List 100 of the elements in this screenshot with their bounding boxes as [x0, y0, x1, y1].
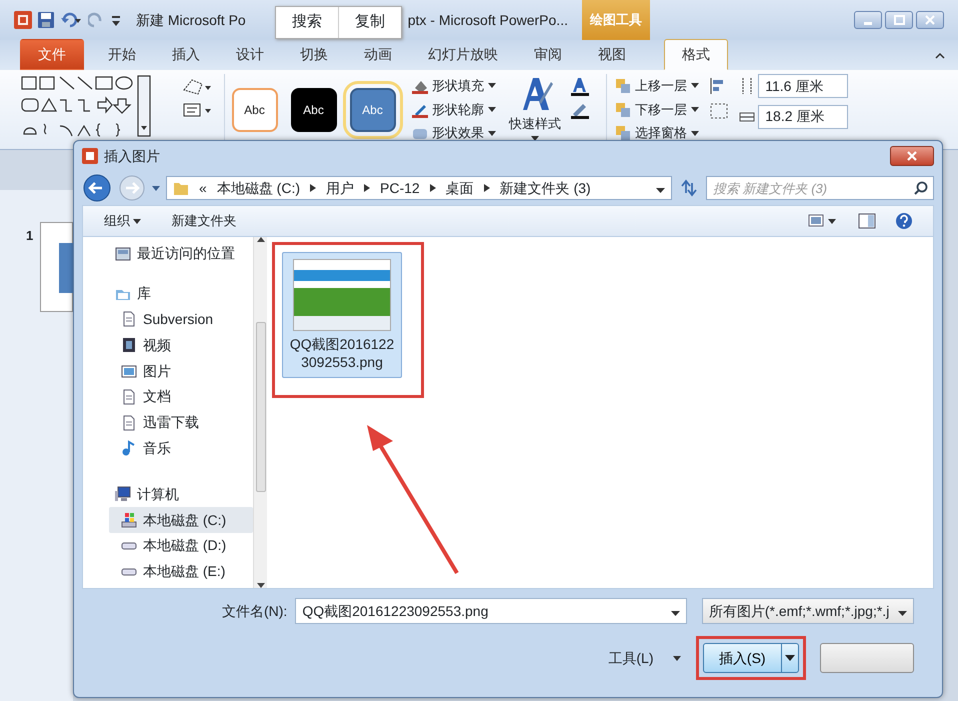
drive-icon	[121, 512, 137, 528]
ribbon-command[interactable]: 形状填充	[432, 76, 484, 96]
preview-pane-icon[interactable]	[858, 213, 876, 229]
slide-thumbnail[interactable]	[40, 222, 73, 312]
layers-icon	[615, 102, 631, 118]
breadcrumb-item[interactable]: 本地磁盘 (C:)	[216, 178, 300, 198]
nav-item[interactable]: 图片	[109, 358, 253, 384]
breadcrumb-item[interactable]: 桌面	[446, 178, 474, 198]
layers-icon	[615, 78, 631, 94]
caret-icon	[784, 655, 795, 661]
ribbon-tab[interactable]: 动画	[346, 39, 410, 70]
ribbon-command[interactable]: 形状效果	[432, 123, 484, 143]
dropdown-icon[interactable]	[671, 610, 680, 616]
nav-item[interactable]: 计算机	[109, 481, 253, 508]
help-icon[interactable]	[895, 212, 913, 230]
ribbon-tab[interactable]: 审阅	[516, 39, 580, 70]
menu-item[interactable]: 搜索	[276, 7, 338, 38]
search-icon	[914, 181, 928, 195]
filename-field[interactable]: QQ截图20161223092553.png	[295, 598, 688, 624]
file-item[interactable]: QQ截图20161223092553.png	[282, 252, 402, 378]
undo-icon[interactable]	[60, 12, 82, 28]
document-icon	[121, 414, 137, 431]
nav-item[interactable]: 最近访问的位置	[109, 241, 253, 267]
scrollbar[interactable]	[253, 237, 267, 588]
caret-icon	[691, 83, 699, 88]
nav-item[interactable]: 库	[109, 280, 253, 307]
app-logo-icon	[14, 11, 32, 29]
size-field[interactable]: 11.6 厘米	[758, 74, 848, 98]
nav-item[interactable]: 本地磁盘 (E:)	[109, 558, 253, 585]
window-title: 新建 Microsoft Po	[136, 10, 246, 30]
ribbon-command[interactable]: 快速样式	[509, 114, 561, 134]
ribbon-command[interactable]: 上移一层	[635, 76, 687, 96]
view-icon[interactable]	[808, 214, 838, 228]
caret-icon[interactable]	[152, 186, 160, 190]
slide-shape	[59, 243, 73, 293]
computer-icon	[115, 486, 131, 502]
file-name: QQ截图20161223092553.png	[289, 335, 395, 372]
caret-icon	[488, 130, 496, 136]
style-preset[interactable]: Abc	[232, 88, 278, 132]
chevron-icon	[310, 184, 316, 192]
video-icon	[121, 337, 137, 354]
chevron-icon	[364, 184, 370, 192]
ribbon-tab[interactable]: 插入	[154, 39, 218, 70]
breadcrumb-item[interactable]: «	[199, 178, 207, 198]
ribbon-command[interactable]: 选择窗格	[635, 123, 687, 143]
drive-icon	[121, 568, 137, 576]
ribbon-command[interactable]: 形状轮廓	[432, 100, 484, 120]
dropdown-icon	[898, 610, 907, 616]
recent-places-icon	[115, 246, 131, 262]
save-icon[interactable]	[38, 12, 54, 28]
breadcrumb-item[interactable]: 用户	[326, 178, 354, 198]
dialog-title: 插入图片	[104, 146, 160, 166]
nav-item[interactable]: 音乐	[109, 436, 253, 462]
dropdown-icon[interactable]	[656, 188, 665, 192]
drive-icon	[121, 542, 137, 550]
ribbon-command[interactable]: 下移一层	[635, 100, 687, 120]
context-tab-label: 绘图工具	[582, 0, 650, 40]
nav-item[interactable]: 本地磁盘 (C:)	[109, 507, 253, 533]
style-preset[interactable]: Abc	[290, 88, 336, 132]
cancel-button[interactable]	[820, 643, 914, 673]
back-icon[interactable]	[82, 173, 112, 203]
nav-item[interactable]: Subversion	[109, 306, 253, 332]
ribbon-tab[interactable]: 设计	[218, 39, 282, 70]
tools-button[interactable]: 工具(L)	[607, 646, 682, 670]
search-field[interactable]: 搜索 新建文件夹 (3)	[706, 176, 934, 200]
document-icon	[121, 311, 137, 328]
slide-number: 1	[26, 227, 34, 245]
nav-item[interactable]: 视频	[109, 332, 253, 358]
nav-item[interactable]: 文档	[109, 384, 253, 410]
caret-icon	[488, 83, 496, 88]
ribbon-tab[interactable]: 开始	[90, 39, 154, 70]
caret-icon	[691, 107, 699, 112]
toolbar-button[interactable]: 新建文件夹	[170, 210, 238, 232]
insert-button[interactable]: 插入(S)	[703, 643, 799, 673]
app-logo-icon	[82, 148, 98, 164]
folder-icon	[173, 180, 189, 196]
field-label: 文件名(N):	[222, 602, 288, 621]
scroll-down-icon[interactable]	[256, 583, 264, 588]
file-type-dropdown[interactable]: 所有图片(*.emf;*.wmf;*.jpg;*.j	[702, 598, 914, 624]
toolbar-button[interactable]: 组织	[103, 210, 142, 232]
ribbon-tab[interactable]: 格式	[664, 39, 728, 70]
size-field[interactable]: 18.2 厘米	[758, 104, 848, 128]
ribbon-tab[interactable]: 切换	[282, 39, 346, 70]
group-icon[interactable]	[709, 102, 729, 120]
ribbon-tab[interactable]: 视图	[580, 39, 644, 70]
file-tab[interactable]: 文件	[20, 39, 84, 70]
document-icon	[121, 388, 137, 405]
window-title: ptx - Microsoft PowerPo...	[408, 10, 568, 30]
picture-icon	[121, 363, 137, 380]
close-icon[interactable]	[906, 150, 918, 162]
breadcrumb-item[interactable]: PC-12	[380, 178, 420, 198]
collapse-icon[interactable]	[935, 51, 945, 60]
nav-item[interactable]: 迅雷下载	[109, 410, 253, 436]
chevron-icon	[484, 184, 490, 192]
nav-item[interactable]: 本地磁盘 (D:)	[109, 532, 253, 559]
caret-icon	[673, 656, 681, 660]
caret-icon	[488, 107, 496, 112]
breadcrumb-item[interactable]: 新建文件夹 (3)	[500, 178, 591, 198]
ribbon-tab[interactable]: 幻灯片放映	[410, 39, 516, 70]
menu-item[interactable]: 复制	[338, 7, 401, 38]
